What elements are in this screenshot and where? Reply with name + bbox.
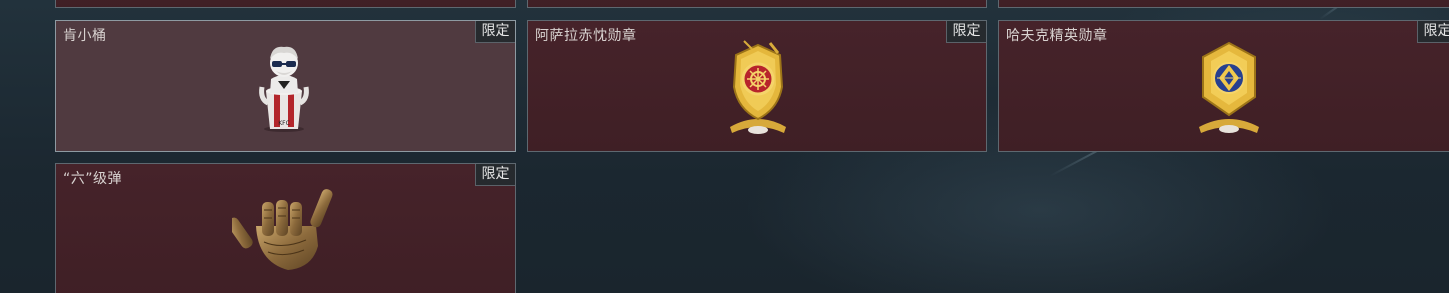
item-card-partial[interactable] — [527, 0, 987, 8]
kfc-bucket-figure-icon: KFC — [259, 46, 309, 132]
item-card-six-bullets[interactable]: “六”级弹 限定 — [55, 163, 516, 293]
limited-badge: 限定 — [475, 164, 515, 186]
item-card-haavk-medal[interactable]: 哈夫克精英勋章 限定 — [998, 20, 1449, 152]
item-card-partial[interactable] — [55, 0, 516, 8]
bullet-hand-gesture-icon — [232, 189, 333, 270]
gold-blue-medal-icon — [1199, 41, 1259, 133]
limited-badge: 限定 — [946, 21, 986, 43]
limited-badge: 限定 — [1417, 21, 1449, 43]
item-name: “六”级弹 — [63, 171, 123, 187]
item-name: 哈夫克精英勋章 — [1006, 28, 1108, 44]
item-card-asala-medal[interactable]: 阿萨拉赤忱勋章 限定 — [527, 20, 987, 152]
limited-badge: 限定 — [475, 21, 515, 43]
item-name: 阿萨拉赤忱勋章 — [535, 28, 637, 44]
item-card-kfc-bucket[interactable]: 肯小桶 限定 KFC — [55, 20, 516, 152]
item-name: 肯小桶 — [63, 28, 107, 44]
gold-red-medal-icon — [730, 40, 786, 134]
item-card-partial[interactable] — [998, 0, 1449, 8]
inventory-grid-screen: 肯小桶 限定 KFC 阿萨拉赤忱勋章 限定 哈夫克精英勋章 限定 “六”级弹 限… — [0, 0, 1449, 293]
svg-text:KFC: KFC — [278, 120, 290, 127]
